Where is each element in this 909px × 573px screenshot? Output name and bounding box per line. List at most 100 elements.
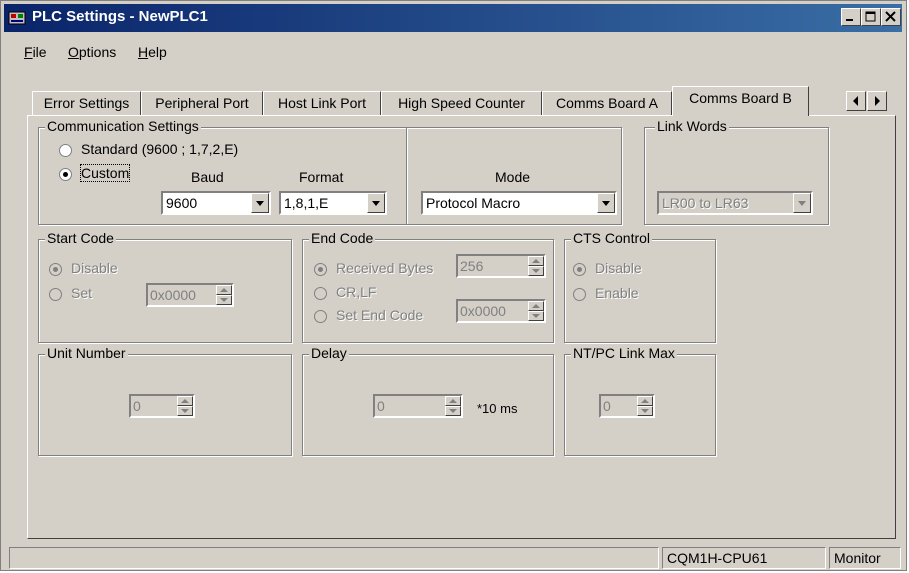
maximize-button[interactable]: [861, 8, 881, 26]
spin-down-icon[interactable]: [216, 295, 232, 305]
status-mode: Monitor: [829, 547, 901, 569]
spin-up-icon[interactable]: [177, 396, 193, 406]
start-code-label: Start Code: [45, 230, 116, 246]
chevron-down-icon[interactable]: [793, 193, 811, 213]
received-bytes-spinner[interactable]: 256: [456, 254, 546, 278]
menu-bar: File Options Help: [4, 34, 902, 62]
delay-value: 0: [377, 398, 385, 414]
spin-down-icon[interactable]: [528, 311, 544, 321]
menu-file-label: ile: [32, 44, 47, 60]
end-code-received-radio[interactable]: [314, 263, 327, 276]
ntpc-link-max-label: NT/PC Link Max: [571, 345, 677, 361]
end-code-set-label: Set End Code: [336, 307, 424, 323]
arrow-left-icon: [853, 96, 858, 106]
tab-label: Comms Board B: [689, 90, 792, 106]
custom-radio-label: Custom: [79, 164, 131, 182]
set-end-code-value: 0x0000: [460, 303, 506, 319]
spin-down-icon[interactable]: [637, 406, 653, 416]
end-code-label: End Code: [309, 230, 376, 246]
spin-up-icon[interactable]: [445, 396, 461, 406]
standard-radio[interactable]: [59, 144, 72, 157]
status-mode-text: Monitor: [834, 550, 881, 566]
chevron-down-icon[interactable]: [251, 193, 269, 213]
delay-label: Delay: [309, 345, 349, 361]
ntpc-link-max-spinner[interactable]: 0: [599, 394, 655, 418]
menu-options-mnemonic: O: [68, 44, 79, 60]
start-code-disable-label: Disable: [71, 260, 118, 276]
start-code-disable-radio[interactable]: [49, 263, 62, 276]
format-select[interactable]: 1,8,1,E: [279, 191, 387, 215]
cts-disable-radio[interactable]: [573, 263, 586, 276]
unit-number-spinner[interactable]: 0: [129, 394, 195, 418]
unit-number-label: Unit Number: [45, 345, 128, 361]
spin-up-icon[interactable]: [216, 285, 232, 295]
spin-down-icon[interactable]: [445, 406, 461, 416]
end-code-crlf-radio[interactable]: [314, 287, 327, 300]
tab-high-speed-counter[interactable]: High Speed Counter: [381, 91, 542, 115]
menu-help[interactable]: Help: [138, 44, 167, 60]
format-value: 1,8,1,E: [284, 195, 329, 211]
spin-down-icon[interactable]: [177, 406, 193, 416]
start-code-spinner[interactable]: 0x0000: [146, 283, 234, 307]
menu-options[interactable]: Options: [68, 44, 116, 60]
mode-label: Mode: [495, 169, 531, 185]
link-words-select[interactable]: LR00 to LR63: [657, 191, 813, 215]
delay-unit: *10 ms: [477, 401, 518, 416]
baud-select[interactable]: 9600: [161, 191, 271, 215]
end-code-set-radio[interactable]: [314, 310, 327, 323]
standard-radio-label: Standard (9600 ; 1,7,2,E): [81, 141, 239, 157]
tab-scroll-left-button[interactable]: [846, 91, 866, 111]
cts-control-label: CTS Control: [571, 230, 653, 246]
tab-comms-board-a[interactable]: Comms Board A: [542, 91, 672, 115]
cts-enable-label: Enable: [595, 285, 639, 301]
mode-value: Protocol Macro: [426, 195, 521, 211]
tab-label: Comms Board A: [556, 95, 658, 111]
close-button[interactable]: [881, 8, 901, 26]
chevron-down-icon[interactable]: [367, 193, 385, 213]
end-code-crlf-label: CR,LF: [336, 284, 377, 300]
menu-help-mnemonic: H: [138, 44, 149, 60]
tab-label: Host Link Port: [278, 95, 366, 111]
menu-options-label: ptions: [78, 44, 117, 60]
link-words-label: Link Words: [655, 118, 729, 134]
tab-label: High Speed Counter: [398, 95, 525, 111]
start-code-set-radio[interactable]: [49, 288, 62, 301]
tab-label: Error Settings: [43, 95, 130, 111]
link-words-value: LR00 to LR63: [662, 195, 749, 211]
minimize-icon: [846, 19, 853, 21]
minimize-button[interactable]: [841, 8, 861, 26]
tab-peripheral-port[interactable]: Peripheral Port: [141, 91, 263, 115]
custom-radio[interactable]: [59, 168, 72, 181]
status-cpu-text: CQM1H-CPU61: [667, 550, 768, 566]
menu-file[interactable]: File: [24, 44, 47, 60]
arrow-right-icon: [875, 96, 880, 106]
format-label: Format: [299, 169, 344, 185]
window-title: PLC Settings - NewPLC1: [32, 8, 208, 25]
spin-up-icon[interactable]: [637, 396, 653, 406]
communication-settings-label: Communication Settings: [45, 118, 201, 134]
title-bar[interactable]: PLC Settings - NewPLC1: [4, 4, 902, 32]
tab-scroll-right-button[interactable]: [867, 91, 887, 111]
cts-control-group: CTS Control: [564, 230, 716, 343]
spin-up-icon[interactable]: [528, 256, 544, 266]
baud-label: Baud: [191, 169, 224, 185]
chevron-down-icon[interactable]: [597, 193, 615, 213]
cts-enable-radio[interactable]: [573, 288, 586, 301]
mode-select[interactable]: Protocol Macro: [421, 191, 617, 215]
set-end-code-spinner[interactable]: 0x0000: [456, 299, 546, 323]
spin-up-icon[interactable]: [528, 301, 544, 311]
start-code-set-label: Set: [71, 285, 93, 301]
tab-host-link-port[interactable]: Host Link Port: [263, 91, 381, 115]
tab-comms-board-b[interactable]: Comms Board B: [672, 86, 809, 116]
delay-spinner[interactable]: 0: [373, 394, 463, 418]
spin-down-icon[interactable]: [528, 266, 544, 276]
tab-error-settings[interactable]: Error Settings: [32, 91, 141, 115]
cts-disable-label: Disable: [595, 260, 642, 276]
close-icon: [885, 11, 896, 22]
start-code-value: 0x0000: [150, 287, 196, 303]
unit-number-value: 0: [133, 398, 141, 414]
status-bar-main: [9, 547, 659, 569]
baud-value: 9600: [166, 195, 198, 211]
maximize-icon: [865, 11, 876, 22]
received-bytes-value: 256: [460, 258, 484, 274]
